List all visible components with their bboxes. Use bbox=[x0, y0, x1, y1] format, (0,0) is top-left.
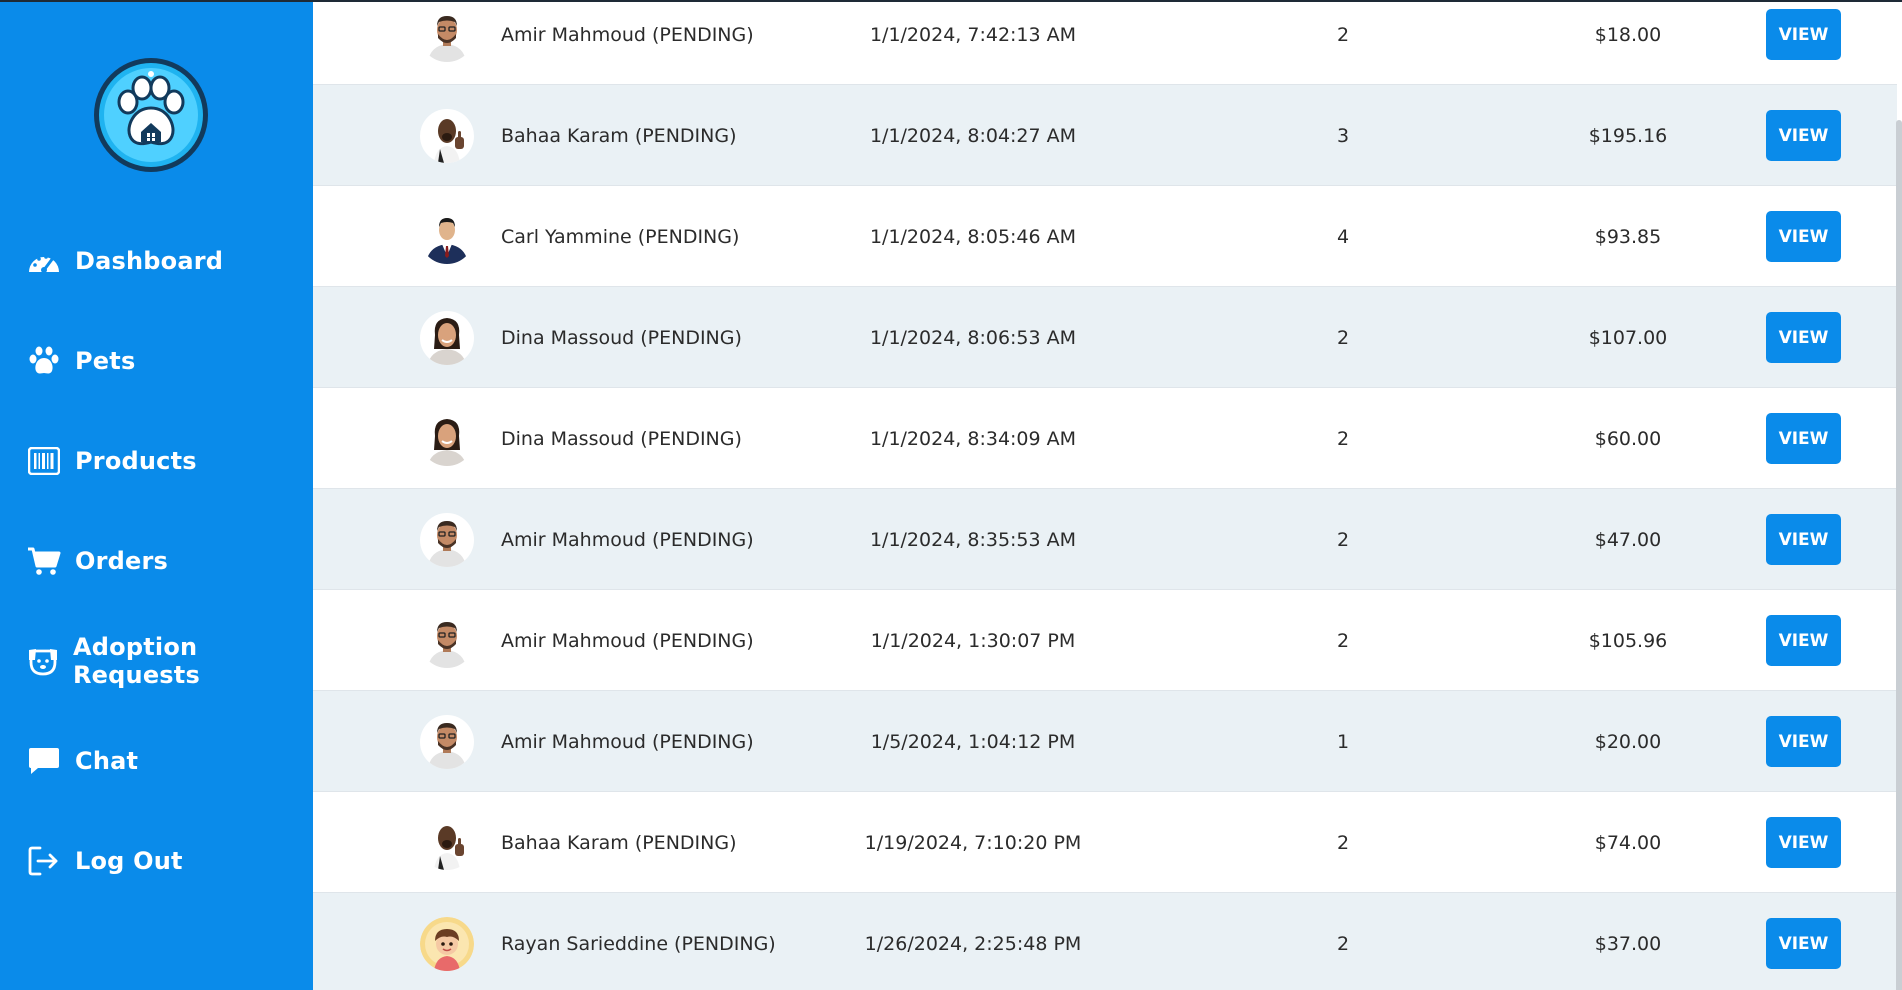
customer-avatar bbox=[420, 311, 474, 365]
customer-avatar bbox=[420, 210, 474, 264]
order-date: 1/1/2024, 8:34:09 AM bbox=[869, 427, 1077, 450]
order-total: $47.00 bbox=[1594, 528, 1662, 551]
order-total: $20.00 bbox=[1594, 730, 1662, 753]
order-date: 1/1/2024, 8:04:27 AM bbox=[869, 124, 1077, 147]
customer-name: Rayan Sarieddine (PENDING) bbox=[501, 932, 776, 955]
customer-avatar bbox=[420, 412, 474, 466]
cart-icon bbox=[26, 545, 62, 577]
order-total: $107.00 bbox=[1588, 326, 1668, 349]
customer-avatar bbox=[420, 715, 474, 769]
table-row: Amir Mahmoud (PENDING) 1/1/2024, 1:30:07… bbox=[313, 590, 1897, 691]
view-order-button[interactable]: VIEW bbox=[1766, 817, 1841, 868]
logout-icon bbox=[26, 845, 62, 877]
order-date: 1/19/2024, 7:10:20 PM bbox=[864, 831, 1082, 854]
barcode-icon bbox=[26, 445, 62, 477]
customer-name: Dina Massoud (PENDING) bbox=[501, 326, 742, 349]
order-date: 1/5/2024, 1:04:12 PM bbox=[870, 730, 1076, 753]
item-count: 2 bbox=[1336, 528, 1350, 551]
order-total: $74.00 bbox=[1594, 831, 1662, 854]
view-order-button[interactable]: VIEW bbox=[1766, 514, 1841, 565]
table-row: Dina Massoud (PENDING) 1/1/2024, 8:06:53… bbox=[313, 287, 1897, 388]
view-order-button[interactable]: VIEW bbox=[1766, 716, 1841, 767]
customer-avatar bbox=[420, 8, 474, 62]
scrollbar[interactable] bbox=[1896, 120, 1902, 990]
customer-avatar bbox=[420, 917, 474, 971]
nav-dashboard[interactable]: Dashboard bbox=[26, 236, 223, 286]
nav-products[interactable]: Products bbox=[26, 436, 197, 486]
customer-name: Amir Mahmoud (PENDING) bbox=[501, 730, 754, 753]
order-date: 1/1/2024, 8:35:53 AM bbox=[869, 528, 1077, 551]
view-order-button[interactable]: VIEW bbox=[1766, 615, 1841, 666]
order-total: $60.00 bbox=[1594, 427, 1662, 450]
nav-log-out[interactable]: Log Out bbox=[26, 836, 183, 886]
table-row: Bahaa Karam (PENDING) 1/1/2024, 8:04:27 … bbox=[313, 85, 1897, 186]
dog-face-icon bbox=[26, 645, 60, 677]
order-total: $18.00 bbox=[1594, 23, 1662, 46]
nav-orders[interactable]: Orders bbox=[26, 536, 168, 586]
item-count: 3 bbox=[1336, 124, 1350, 147]
customer-avatar bbox=[420, 614, 474, 668]
view-order-button[interactable]: VIEW bbox=[1766, 312, 1841, 363]
customer-avatar bbox=[420, 513, 474, 567]
item-count: 2 bbox=[1336, 932, 1350, 955]
customer-name: Dina Massoud (PENDING) bbox=[501, 427, 742, 450]
item-count: 2 bbox=[1336, 326, 1350, 349]
order-total: $105.96 bbox=[1588, 629, 1668, 652]
customer-name: Carl Yammine (PENDING) bbox=[501, 225, 740, 248]
table-row: Bahaa Karam (PENDING) 1/19/2024, 7:10:20… bbox=[313, 792, 1897, 893]
nav-log-out-label: Log Out bbox=[75, 847, 183, 875]
customer-name: Amir Mahmoud (PENDING) bbox=[501, 23, 754, 46]
view-order-button[interactable]: VIEW bbox=[1766, 9, 1841, 60]
customer-name: Amir Mahmoud (PENDING) bbox=[501, 528, 754, 551]
view-order-button[interactable]: VIEW bbox=[1766, 918, 1841, 969]
item-count: 4 bbox=[1336, 225, 1350, 248]
nav-adoption-requests[interactable]: Adoption Requests bbox=[26, 633, 313, 689]
app-logo bbox=[92, 56, 210, 174]
order-date: 1/26/2024, 2:25:48 PM bbox=[864, 932, 1082, 955]
table-row: Dina Massoud (PENDING) 1/1/2024, 8:34:09… bbox=[313, 388, 1897, 489]
item-count: 2 bbox=[1336, 427, 1350, 450]
table-row: Rayan Sarieddine (PENDING) 1/26/2024, 2:… bbox=[313, 893, 1897, 990]
table-row: Amir Mahmoud (PENDING) 1/5/2024, 1:04:12… bbox=[313, 691, 1897, 792]
nav-chat[interactable]: Chat bbox=[26, 736, 138, 786]
item-count: 2 bbox=[1336, 629, 1350, 652]
table-row: Carl Yammine (PENDING) 1/1/2024, 8:05:46… bbox=[313, 186, 1897, 287]
customer-name: Bahaa Karam (PENDING) bbox=[501, 124, 737, 147]
nav-orders-label: Orders bbox=[75, 547, 169, 575]
order-total: $195.16 bbox=[1588, 124, 1668, 147]
item-count: 2 bbox=[1336, 23, 1350, 46]
orders-table: Amir Mahmoud (PENDING) 1/1/2024, 7:42:13… bbox=[313, 0, 1902, 990]
order-date: 1/1/2024, 8:06:53 AM bbox=[869, 326, 1077, 349]
nav-dashboard-label: Dashboard bbox=[75, 247, 224, 275]
view-order-button[interactable]: VIEW bbox=[1766, 211, 1841, 262]
customer-avatar bbox=[420, 109, 474, 163]
order-total: $93.85 bbox=[1594, 225, 1662, 248]
order-date: 1/1/2024, 1:30:07 PM bbox=[870, 629, 1076, 652]
view-order-button[interactable]: VIEW bbox=[1766, 110, 1841, 161]
sidebar: Dashboard Pets Products Orders Adoption … bbox=[0, 0, 313, 990]
view-order-button[interactable]: VIEW bbox=[1766, 413, 1841, 464]
chat-bubble-icon bbox=[26, 745, 62, 777]
item-count: 2 bbox=[1336, 831, 1350, 854]
nav-adoption-requests-label: Adoption Requests bbox=[73, 633, 200, 689]
order-date: 1/1/2024, 8:05:46 AM bbox=[869, 225, 1077, 248]
customer-name: Amir Mahmoud (PENDING) bbox=[501, 629, 754, 652]
paw-icon bbox=[26, 345, 62, 377]
table-row: Amir Mahmoud (PENDING) 1/1/2024, 7:42:13… bbox=[313, 0, 1897, 85]
table-row: Amir Mahmoud (PENDING) 1/1/2024, 8:35:53… bbox=[313, 489, 1897, 590]
nav-chat-label: Chat bbox=[75, 747, 139, 775]
customer-avatar bbox=[420, 816, 474, 870]
dashboard-gauge-icon bbox=[26, 245, 62, 277]
nav-pets[interactable]: Pets bbox=[26, 336, 135, 386]
customer-name: Bahaa Karam (PENDING) bbox=[501, 831, 737, 854]
top-border bbox=[0, 0, 1902, 2]
nav-pets-label: Pets bbox=[75, 347, 136, 375]
nav-products-label: Products bbox=[75, 447, 197, 475]
order-date: 1/1/2024, 7:42:13 AM bbox=[869, 23, 1077, 46]
order-total: $37.00 bbox=[1594, 932, 1662, 955]
item-count: 1 bbox=[1336, 730, 1350, 753]
